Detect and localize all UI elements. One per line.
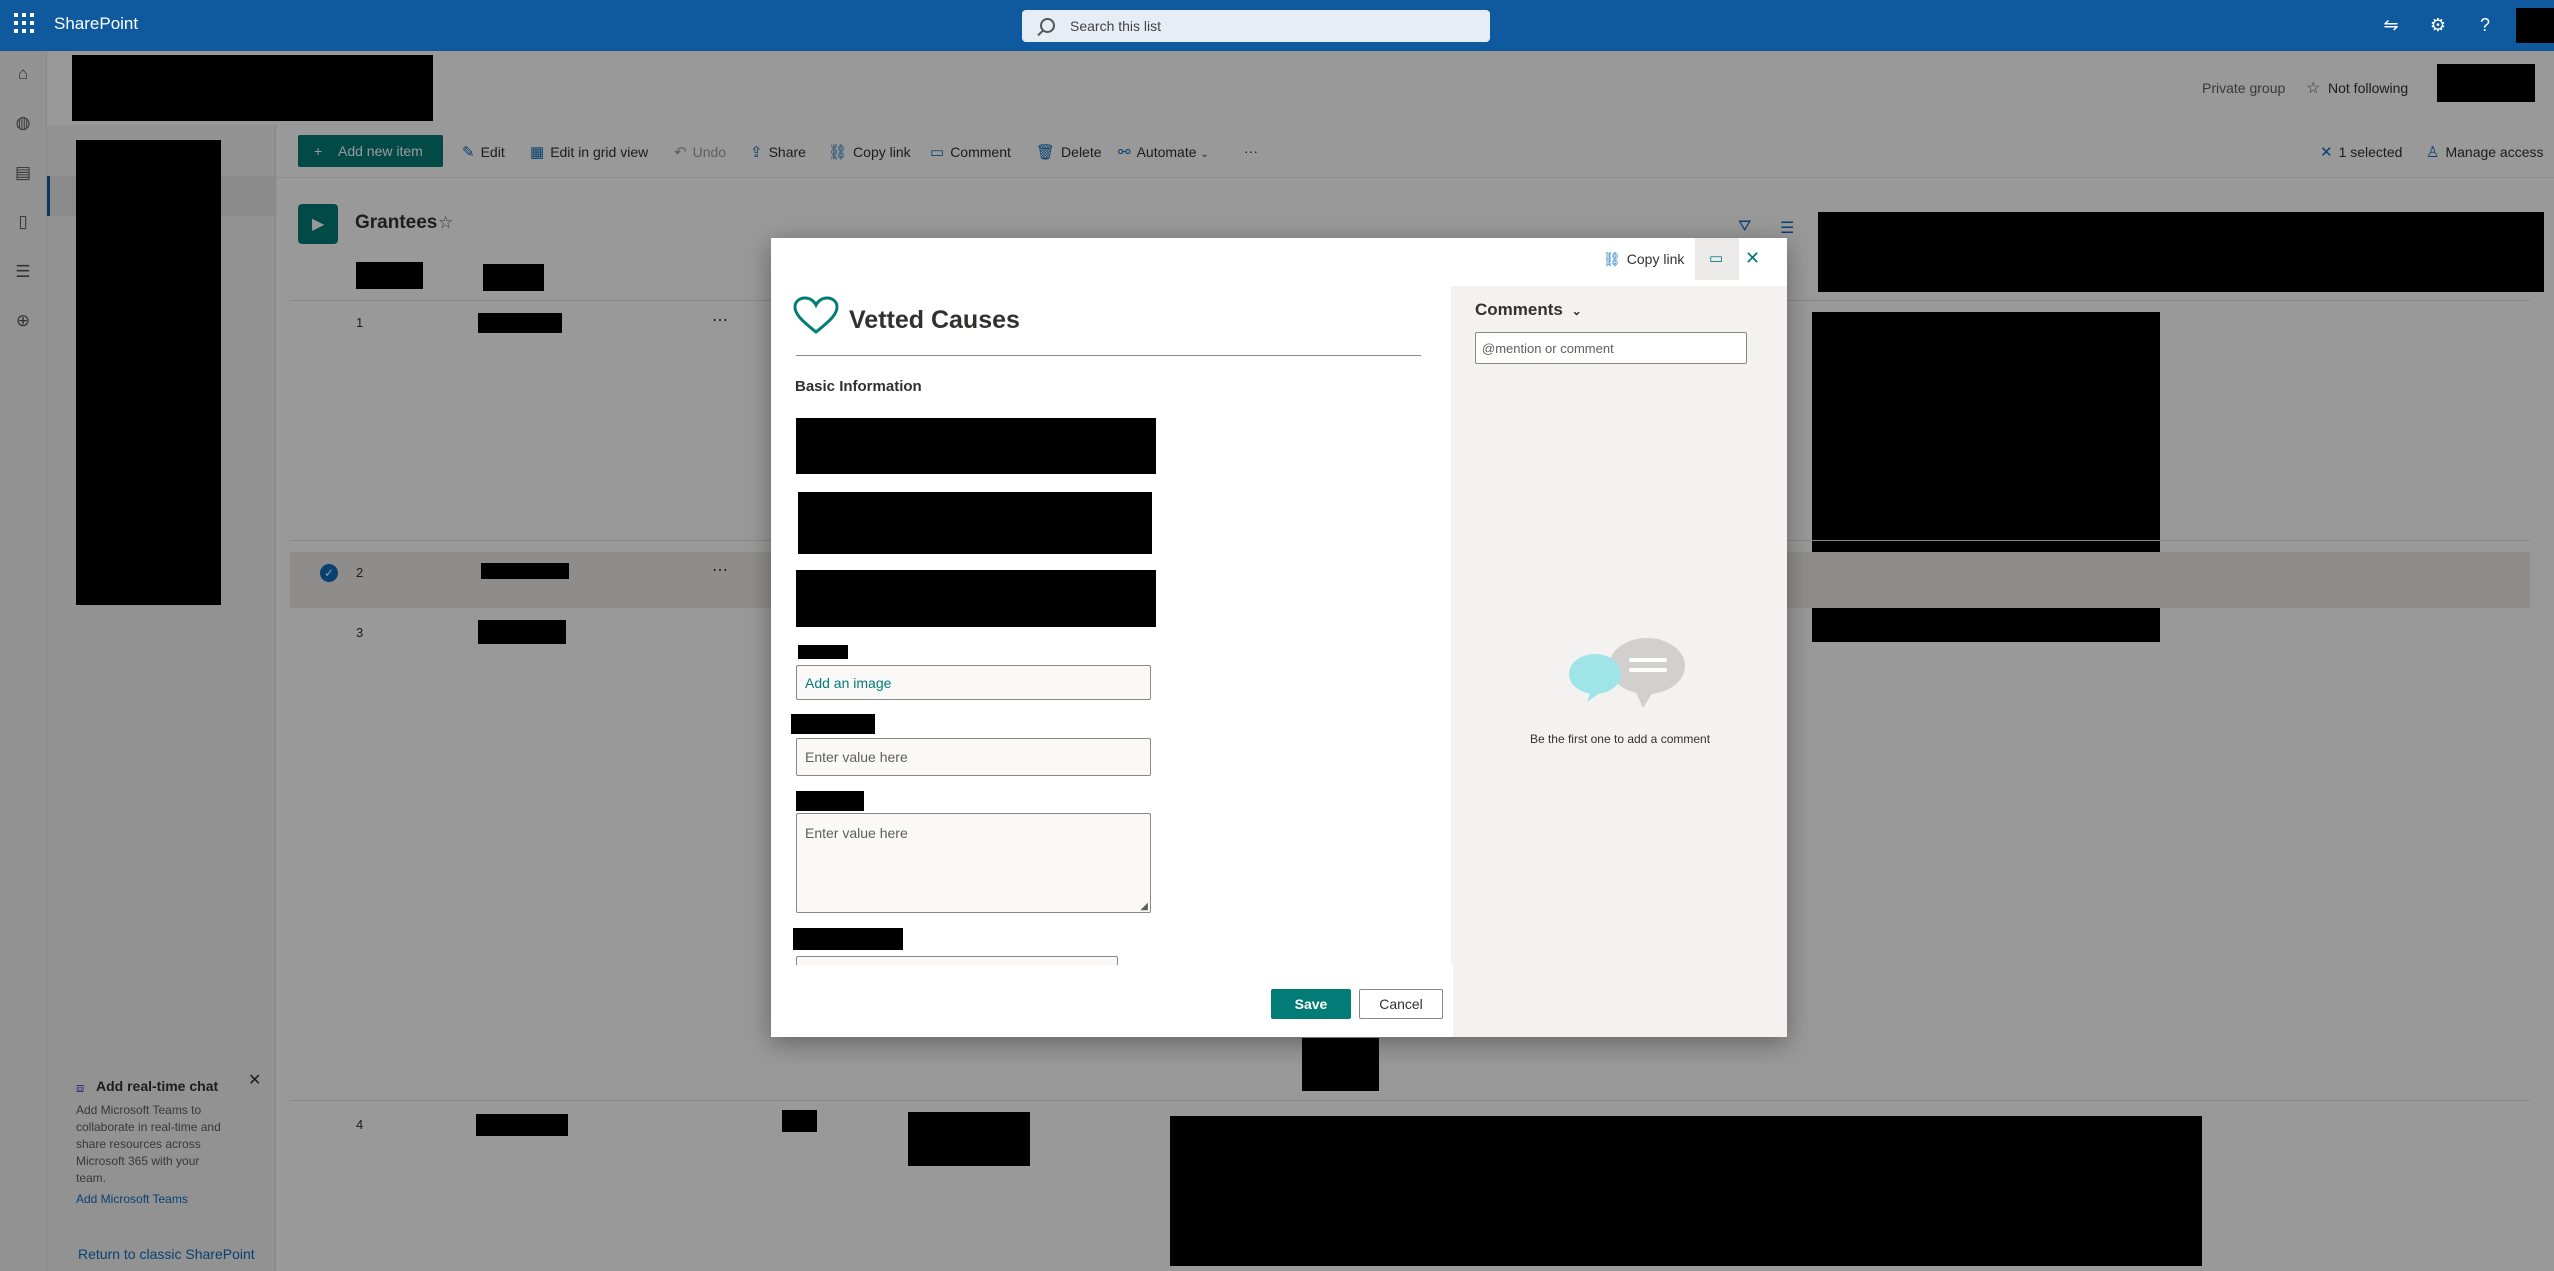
dialog-footer: Save Cancel bbox=[771, 965, 1453, 1037]
empty-comments-text: Be the first one to add a comment bbox=[1529, 732, 1711, 746]
search-input[interactable]: Search this list bbox=[1022, 10, 1490, 42]
heart-icon bbox=[793, 296, 839, 334]
search-placeholder: Search this list bbox=[1070, 18, 1162, 34]
form-pane: Vetted Causes Basic Information Add an i… bbox=[771, 286, 1451, 965]
item-dialog: ⛓ Copy link ▭ ✕ Vetted Causes Basic Infor… bbox=[771, 238, 1787, 1037]
multiline-text-field[interactable]: Enter value here ◢ bbox=[796, 813, 1151, 913]
field-label bbox=[793, 928, 903, 950]
app-name[interactable]: SharePoint bbox=[54, 14, 138, 34]
search-icon bbox=[1040, 18, 1055, 33]
form-title: Vetted Causes bbox=[849, 306, 1020, 334]
field-label bbox=[791, 714, 875, 734]
choice-field[interactable] bbox=[796, 956, 1118, 965]
cancel-button[interactable]: Cancel bbox=[1359, 989, 1443, 1019]
text-field[interactable]: Enter value here bbox=[796, 738, 1151, 776]
sync-icon[interactable]: ⇋ bbox=[2380, 14, 2402, 36]
comments-toggle-button[interactable]: ▭ bbox=[1695, 238, 1739, 280]
suite-bar: SharePoint Search this list ⇋ ⚙ ? bbox=[0, 0, 2554, 51]
comment-input[interactable]: @mention or comment bbox=[1475, 332, 1747, 364]
chevron-down-icon: ⌄ bbox=[1571, 304, 1582, 318]
add-image-field[interactable]: Add an image bbox=[796, 665, 1151, 700]
waffle-icon[interactable] bbox=[14, 13, 34, 33]
dialog-copy-link-button[interactable]: ⛓ Copy link bbox=[1603, 251, 1684, 268]
field-label bbox=[796, 791, 864, 811]
form-field[interactable] bbox=[796, 570, 1156, 627]
field-label bbox=[798, 645, 848, 659]
comment-icon: ▭ bbox=[1709, 250, 1724, 267]
form-field[interactable] bbox=[798, 492, 1152, 554]
close-icon[interactable]: ✕ bbox=[1745, 248, 1760, 269]
comments-header[interactable]: Comments ⌄ bbox=[1475, 300, 1582, 320]
divider bbox=[796, 355, 1421, 356]
section-heading: Basic Information bbox=[795, 378, 922, 395]
save-button[interactable]: Save bbox=[1271, 989, 1351, 1019]
form-field[interactable] bbox=[796, 418, 1156, 474]
help-icon[interactable]: ? bbox=[2474, 14, 2496, 36]
avatar[interactable] bbox=[2516, 8, 2554, 43]
gear-icon[interactable]: ⚙ bbox=[2427, 14, 2449, 36]
resize-handle-icon[interactable]: ◢ bbox=[1140, 901, 1148, 912]
chat-bubbles-icon bbox=[1569, 638, 1685, 708]
link-icon: ⛓ bbox=[1603, 251, 1621, 267]
comments-pane: Comments ⌄ @mention or comment Be the fi… bbox=[1453, 286, 1787, 1037]
